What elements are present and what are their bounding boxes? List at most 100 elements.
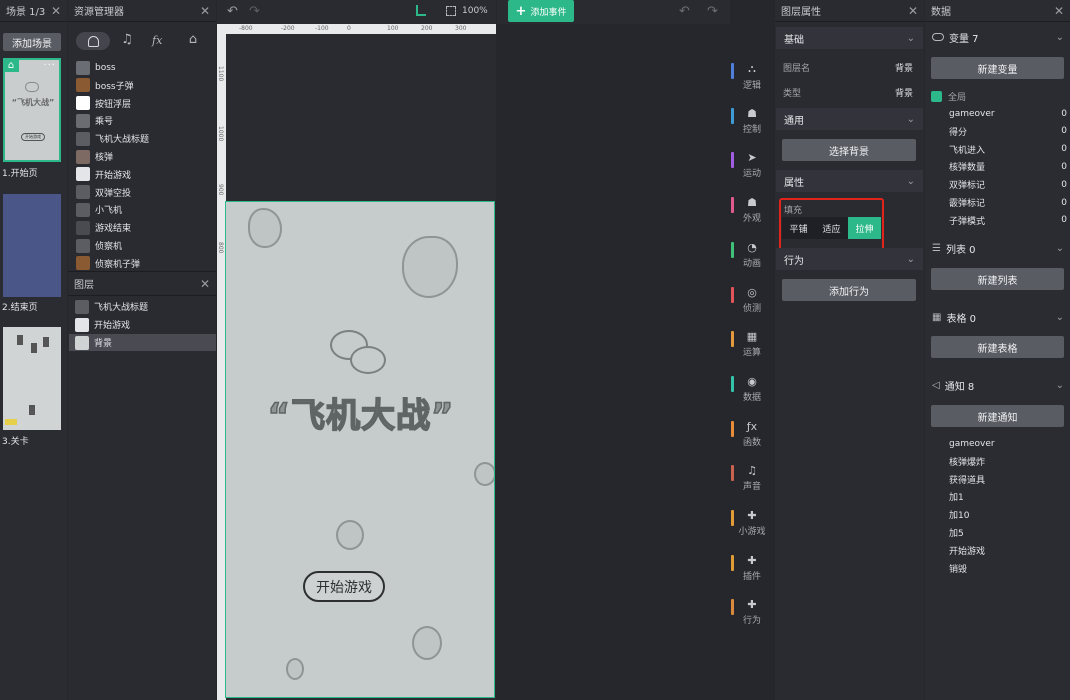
zoom-level[interactable]: 100% bbox=[462, 6, 488, 16]
close-icon[interactable]: ✕ bbox=[1054, 4, 1064, 18]
layers-header: 图层 ✕ bbox=[68, 272, 216, 296]
variable-row[interactable]: gameover 0 bbox=[949, 105, 1067, 122]
category-12[interactable]: ✚ 行为 bbox=[731, 592, 773, 632]
category-4[interactable]: ◔ 动画 bbox=[731, 235, 773, 275]
resource-item-label: boss子弹 bbox=[95, 81, 134, 92]
redo-icon[interactable]: ↷ bbox=[249, 4, 260, 19]
puzzle-icon[interactable]: ⌂ bbox=[184, 32, 202, 50]
music-icon[interactable]: ♫ bbox=[118, 32, 136, 50]
section-behavior[interactable]: 行为 ⌄ bbox=[776, 248, 923, 270]
notice-item[interactable]: gameover bbox=[949, 435, 995, 452]
resource-item[interactable]: 侦察机 bbox=[76, 237, 122, 254]
notice-item[interactable]: 开始游戏 bbox=[949, 542, 985, 559]
layer-item[interactable]: 开始游戏 bbox=[69, 316, 216, 333]
tab-fx[interactable]: fx bbox=[152, 34, 170, 48]
chevron-down-icon: ⌄ bbox=[906, 32, 915, 44]
category-9[interactable]: ♫ 声音 bbox=[731, 458, 773, 498]
resource-item[interactable]: 飞机大战标题 bbox=[76, 130, 149, 147]
data-header: 数据 ✕ bbox=[925, 0, 1070, 22]
variable-row[interactable]: 霰弹标记 0 bbox=[949, 194, 1067, 211]
add-scene-button[interactable]: 添加场景 bbox=[3, 33, 61, 51]
close-icon[interactable]: ✕ bbox=[200, 4, 210, 18]
category-label: 逻辑 bbox=[742, 80, 761, 91]
variable-row[interactable]: 飞机进入 0 bbox=[949, 141, 1067, 158]
scene-thumbnail-2[interactable] bbox=[3, 194, 61, 297]
variable-row[interactable]: 双弹标记 0 bbox=[949, 176, 1067, 193]
notice-item[interactable]: 加10 bbox=[949, 506, 969, 523]
tables-section[interactable]: ▦ 表格 0 ⌄ bbox=[926, 306, 1070, 328]
category-2[interactable]: ➤ 运动 bbox=[731, 145, 773, 185]
layer-item[interactable]: 背景 bbox=[69, 334, 216, 351]
section-attributes[interactable]: 属性 ⌄ bbox=[776, 170, 923, 192]
new-list-button[interactable]: 新建列表 bbox=[931, 268, 1064, 290]
lists-section[interactable]: ☰ 列表 0 ⌄ bbox=[926, 237, 1070, 259]
game-canvas[interactable]: “飞机大战” 开始游戏 bbox=[225, 201, 495, 698]
category-0[interactable]: ⛬ 逻辑 bbox=[731, 56, 773, 96]
variable-row[interactable]: 核弹数量 0 bbox=[949, 158, 1067, 175]
add-event-button[interactable]: + 添加事件 bbox=[508, 0, 574, 22]
category-3[interactable]: ☗ 外观 bbox=[731, 190, 773, 230]
notices-section[interactable]: ◁ 通知 8 ⌄ bbox=[926, 374, 1070, 396]
resource-item[interactable]: 侦察机子弹 bbox=[76, 255, 140, 272]
notice-item[interactable]: 核弹爆炸 bbox=[949, 453, 985, 470]
more-icon[interactable]: ··· bbox=[43, 60, 56, 71]
resource-item[interactable]: 核弹 bbox=[76, 148, 113, 165]
section-basic[interactable]: 基础 ⌄ bbox=[776, 27, 923, 49]
resource-item[interactable]: 游戏结束 bbox=[76, 219, 131, 236]
variable-icon bbox=[932, 33, 944, 41]
fill-option-fit[interactable]: 适应 bbox=[815, 217, 848, 239]
start-game-button[interactable]: 开始游戏 bbox=[303, 571, 385, 602]
ruler-toggle-icon[interactable] bbox=[416, 5, 426, 16]
chevron-down-icon: ⌄ bbox=[906, 113, 915, 125]
tab-sprites[interactable] bbox=[76, 32, 110, 50]
scene-thumbnail-3[interactable] bbox=[3, 327, 61, 430]
category-icon: ◉ bbox=[747, 374, 757, 388]
category-1[interactable]: ☗ 控制 bbox=[731, 101, 773, 141]
variable-row[interactable]: 得分 0 bbox=[949, 123, 1067, 140]
fill-option-group: 平铺 适应 拉伸 bbox=[782, 217, 881, 239]
notice-item[interactable]: 加1 bbox=[949, 488, 964, 505]
resource-item[interactable]: 双弹空投 bbox=[76, 184, 131, 201]
category-8[interactable]: ƒx 函数 bbox=[731, 414, 773, 454]
resource-item[interactable]: 乘号 bbox=[76, 112, 113, 129]
close-icon[interactable]: ✕ bbox=[200, 277, 210, 291]
resource-item[interactable]: boss子弹 bbox=[76, 77, 134, 94]
undo-icon[interactable]: ↶ bbox=[227, 4, 238, 19]
category-color-bar bbox=[731, 510, 734, 526]
undo-icon[interactable]: ↶ bbox=[679, 4, 690, 19]
layer-item-label: 开始游戏 bbox=[94, 321, 131, 331]
new-table-button[interactable]: 新建表格 bbox=[931, 336, 1064, 358]
global-scope-row[interactable]: 全局 bbox=[931, 89, 966, 103]
resource-item[interactable]: boss bbox=[76, 59, 116, 76]
notice-item[interactable]: 加5 bbox=[949, 524, 964, 541]
category-6[interactable]: ▦ 运算 bbox=[731, 324, 773, 364]
fit-screen-icon[interactable] bbox=[446, 6, 456, 16]
layer-item[interactable]: 飞机大战标题 bbox=[69, 298, 216, 315]
sprite-thumbnail-icon bbox=[76, 185, 90, 200]
category-5[interactable]: ◎ 侦测 bbox=[731, 280, 773, 320]
category-7[interactable]: ◉ 数据 bbox=[731, 369, 773, 409]
category-color-bar bbox=[731, 599, 734, 616]
resource-item[interactable]: 按钮浮层 bbox=[76, 95, 131, 112]
add-behavior-button[interactable]: 添加行为 bbox=[782, 279, 916, 301]
select-background-button[interactable]: 选择背景 bbox=[782, 139, 916, 161]
scene-thumbnail-1[interactable]: ⌂ ··· “飞机大战” 开始游戏 bbox=[3, 58, 61, 162]
game-title[interactable]: “飞机大战” bbox=[226, 388, 494, 437]
new-variable-button[interactable]: 新建变量 bbox=[931, 57, 1064, 79]
fill-option-stretch[interactable]: 拉伸 bbox=[848, 217, 881, 239]
fill-option-tile[interactable]: 平铺 bbox=[782, 217, 815, 239]
notice-item[interactable]: 销毁 bbox=[949, 560, 967, 577]
category-11[interactable]: ✚ 插件 bbox=[731, 548, 773, 588]
sprite-thumbnail-icon bbox=[76, 113, 90, 128]
notice-item[interactable]: 获得道具 bbox=[949, 471, 985, 488]
category-10[interactable]: ✚ 小游戏 bbox=[731, 503, 773, 543]
section-general[interactable]: 通用 ⌄ bbox=[776, 108, 923, 130]
variable-row[interactable]: 子弹模式 0 bbox=[949, 212, 1067, 229]
resource-item[interactable]: 开始游戏 bbox=[76, 166, 131, 183]
redo-icon[interactable]: ↷ bbox=[707, 4, 718, 19]
close-icon[interactable]: ✕ bbox=[51, 4, 61, 18]
resource-item[interactable]: 小飞机 bbox=[76, 201, 122, 218]
variables-section[interactable]: 变量 7 ⌄ bbox=[926, 26, 1070, 48]
close-icon[interactable]: ✕ bbox=[908, 4, 918, 18]
new-notice-button[interactable]: 新建通知 bbox=[931, 405, 1064, 427]
